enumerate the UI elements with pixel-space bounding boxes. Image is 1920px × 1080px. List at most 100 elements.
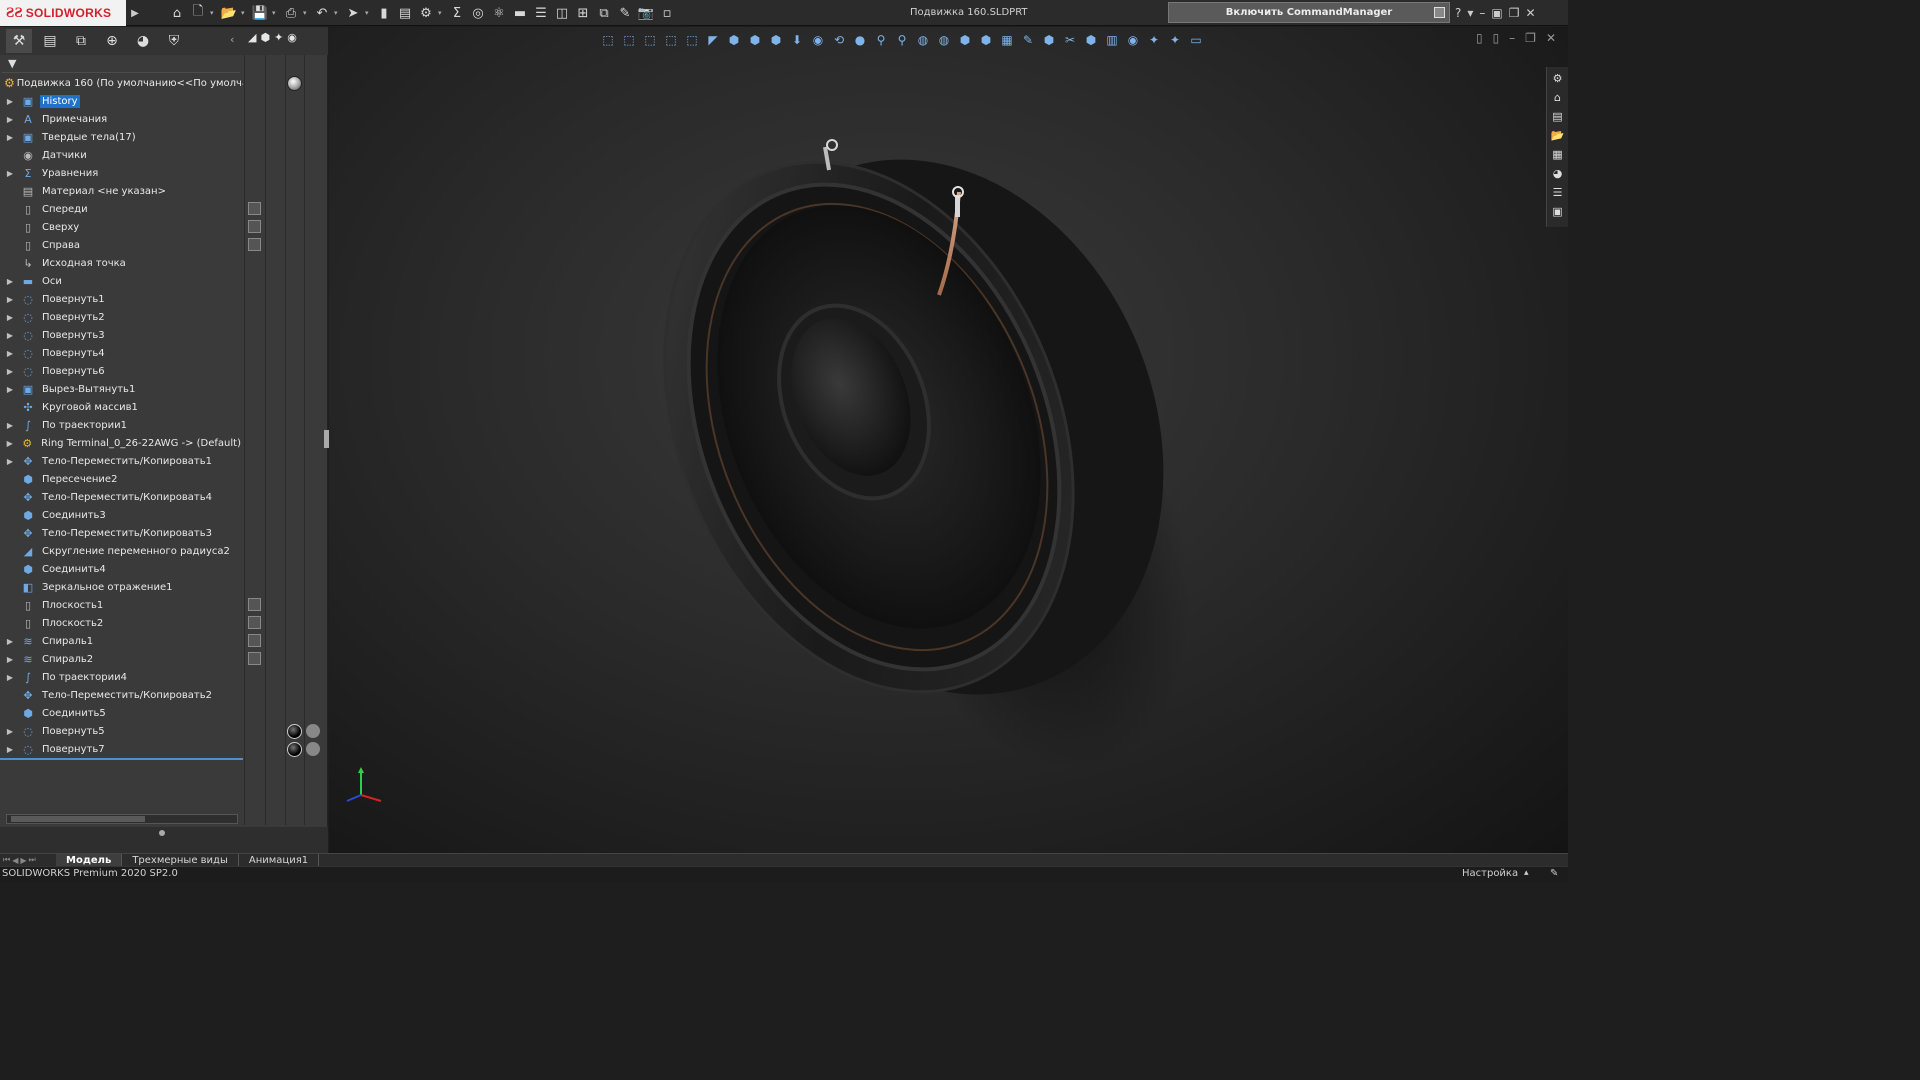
tree-item[interactable]: ▯ Плоскость2 <box>0 614 243 632</box>
tree-item[interactable]: ✣ Круговой массив1 <box>0 398 243 416</box>
split-icon[interactable]: ▯ <box>1476 31 1483 45</box>
expand-arrow-icon[interactable]: ▶ <box>0 133 20 142</box>
undo-icon[interactable]: ↶ <box>313 4 331 22</box>
split-tile-icon[interactable]: ▯ <box>1493 31 1500 45</box>
tree-item[interactable]: ▶ ▬ Оси <box>0 272 243 290</box>
view-layout-icon[interactable]: ▥ <box>1103 31 1121 49</box>
tree-item[interactable]: ▶ ∫ По траектории4 <box>0 668 243 686</box>
expand-arrow-icon[interactable]: ▶ <box>0 655 20 664</box>
two-view-horizontal-icon[interactable]: ☰ <box>532 4 550 22</box>
origin-visibility-icon[interactable] <box>248 256 261 269</box>
tree-item[interactable]: ▶ ◌ Повернуть2 <box>0 308 243 326</box>
camera-icon[interactable]: 📷 <box>637 4 655 22</box>
tree-filter[interactable]: ▼ <box>2 55 240 73</box>
tree-item[interactable]: ⬢ Соединить5 <box>0 704 243 722</box>
select-arrow-icon[interactable]: ➤ <box>344 4 362 22</box>
edit-appearance-icon[interactable]: ⬢ <box>767 31 785 49</box>
appearance-icon[interactable] <box>306 742 320 756</box>
sketch-tools-icon[interactable]: ✎ <box>616 4 634 22</box>
tree-item[interactable]: ▤ Материал <не указан> <box>0 182 243 200</box>
appearances-icon[interactable]: ◕ <box>1550 166 1566 181</box>
appearance-icon[interactable] <box>306 724 320 738</box>
equations-sigma-icon[interactable]: Σ <box>448 4 466 22</box>
tools-icon[interactable]: ✂ <box>1061 31 1079 49</box>
display-style-icon[interactable]: ⬢ <box>725 31 743 49</box>
tree-item[interactable]: ▯ Плоскость1 <box>0 596 243 614</box>
expand-arrow-icon[interactable]: ▶ <box>0 295 20 304</box>
cube-display-icon[interactable]: ⬢ <box>1082 31 1100 49</box>
last-tab-icon[interactable]: ⏭ <box>29 855 36 865</box>
tree-item[interactable]: ▶ ◌ Повернуть3 <box>0 326 243 344</box>
expand-arrow-icon[interactable]: ▶ <box>0 313 20 322</box>
tree-item[interactable]: ◉ Датчики <box>0 146 243 164</box>
tree-item[interactable]: ▶ ≋ Спираль1 <box>0 632 243 650</box>
display-state-sphere-icon[interactable] <box>287 76 302 91</box>
solidworks-resources-icon[interactable]: ⚙ <box>1550 71 1566 86</box>
rebuild-icon[interactable]: ▮ <box>375 4 393 22</box>
plane-visibility-icon[interactable] <box>248 598 261 611</box>
appearance-icon[interactable]: ✦ <box>274 31 283 44</box>
tree-item[interactable]: ▶ ∫ По траектории1 <box>0 416 243 434</box>
chevron-down-icon[interactable]: ▾ <box>241 4 248 22</box>
tree-item[interactable]: ✥ Тело-Переместить/Копировать2 <box>0 686 243 704</box>
tree-item[interactable]: ▶ ◌ Повернуть4 <box>0 344 243 362</box>
expand-arrow-icon[interactable]: ▶ <box>0 421 20 430</box>
tree-item[interactable]: ▯ Сверху <box>0 218 243 236</box>
menu-expand-arrow-icon[interactable]: ▶ <box>128 0 142 26</box>
rotate-view-icon[interactable]: ⟲ <box>830 31 848 49</box>
file-explorer-icon[interactable]: 📂 <box>1550 128 1566 143</box>
tile-icon[interactable]: ▣ <box>1491 6 1502 20</box>
view-settings-icon[interactable]: ◉ <box>809 31 827 49</box>
plane-visibility-icon[interactable] <box>248 634 261 647</box>
expand-arrow-icon[interactable]: ▶ <box>0 385 20 394</box>
zoom-to-fit-icon[interactable]: ⬚ <box>599 31 617 49</box>
tree-item[interactable]: ▶ ▣ Вырез-Вытянуть1 <box>0 380 243 398</box>
tree-item[interactable]: ◢ Скругление переменного радиуса2 <box>0 542 243 560</box>
zoom-icon[interactable]: ⚲ <box>893 31 911 49</box>
tree-item[interactable]: ▶ ▣ History <box>0 92 243 110</box>
link-views-icon[interactable]: ⧉ <box>595 4 613 22</box>
zoom-area-icon[interactable]: ⬚ <box>620 31 638 49</box>
minimize-icon[interactable]: – <box>1479 6 1485 20</box>
hide-show-icon[interactable]: ◢ <box>248 31 256 44</box>
expand-arrow-icon[interactable]: ▶ <box>0 169 20 178</box>
first-tab-icon[interactable]: ⏮ <box>3 855 10 865</box>
view-orientation-icon[interactable]: ⬚ <box>683 31 701 49</box>
view-palette-icon[interactable]: ▦ <box>1550 147 1566 162</box>
property-manager-tab-icon[interactable]: ▤ <box>37 29 63 53</box>
tree-item[interactable]: ✥ Тело-Переместить/Копировать3 <box>0 524 243 542</box>
new-document-icon[interactable]: 🗋 <box>189 4 207 22</box>
display-manager-tab-icon[interactable]: ◕ <box>130 29 156 53</box>
configuration-manager-tab-icon[interactable]: ⧉ <box>68 29 94 53</box>
tree-item[interactable]: ▶ ◌ Повернуть7 <box>0 740 243 758</box>
sketch-icon[interactable]: ✎ <box>1019 31 1037 49</box>
hide-items-icon[interactable]: ⬢ <box>746 31 764 49</box>
minimize-icon[interactable]: – <box>1509 31 1515 45</box>
dynamic-annotation-icon[interactable]: ◤ <box>704 31 722 49</box>
chevron-down-icon[interactable]: ▾ <box>303 4 310 22</box>
tree-item[interactable]: ▯ Справа <box>0 236 243 254</box>
tree-horizontal-scrollbar[interactable] <box>6 814 238 824</box>
design-library-icon[interactable]: ▤ <box>1550 109 1566 124</box>
graphics-area[interactable]: ⬚ ⬚ ⬚ ⬚ ⬚ ◤ ⬢ ⬢ ⬢ ⬇ ◉ ⟲ ● ⚲ ⚲ ◍ ◍ ⬢ ⬢ ▦ … <box>329 27 1568 853</box>
panel-resize-dot[interactable] <box>159 830 165 836</box>
shaded-icon[interactable]: ◍ <box>914 31 932 49</box>
wireframe-icon[interactable]: ◍ <box>935 31 953 49</box>
chevron-down-icon[interactable]: ▾ <box>1467 6 1473 20</box>
home-icon[interactable]: ⌂ <box>168 4 186 22</box>
options-gear-icon[interactable]: ⚙ <box>417 4 435 22</box>
tab-3d-views[interactable]: Трехмерные виды <box>122 853 239 867</box>
tree-item[interactable]: ◧ Зеркальное отражение1 <box>0 578 243 596</box>
scene-icon[interactable]: ◉ <box>287 31 297 44</box>
tab-animation[interactable]: Анимация1 <box>239 853 320 867</box>
four-view-icon[interactable]: ⊞ <box>574 4 592 22</box>
help-icon[interactable]: ? <box>1455 6 1461 20</box>
tree-item[interactable]: ⬢ Пересечение2 <box>0 470 243 488</box>
tree-item[interactable]: ▯ Спереди <box>0 200 243 218</box>
single-view-icon[interactable]: ▬ <box>511 4 529 22</box>
solidworks-logo[interactable]: ƧƧ SOLIDWORKS <box>0 0 126 26</box>
two-view-vertical-icon[interactable]: ◫ <box>553 4 571 22</box>
scene-sphere-icon[interactable]: ✦ <box>1166 31 1184 49</box>
restore-window-icon[interactable]: ❐ <box>1509 6 1520 20</box>
expand-arrow-icon[interactable]: ▶ <box>0 331 20 340</box>
